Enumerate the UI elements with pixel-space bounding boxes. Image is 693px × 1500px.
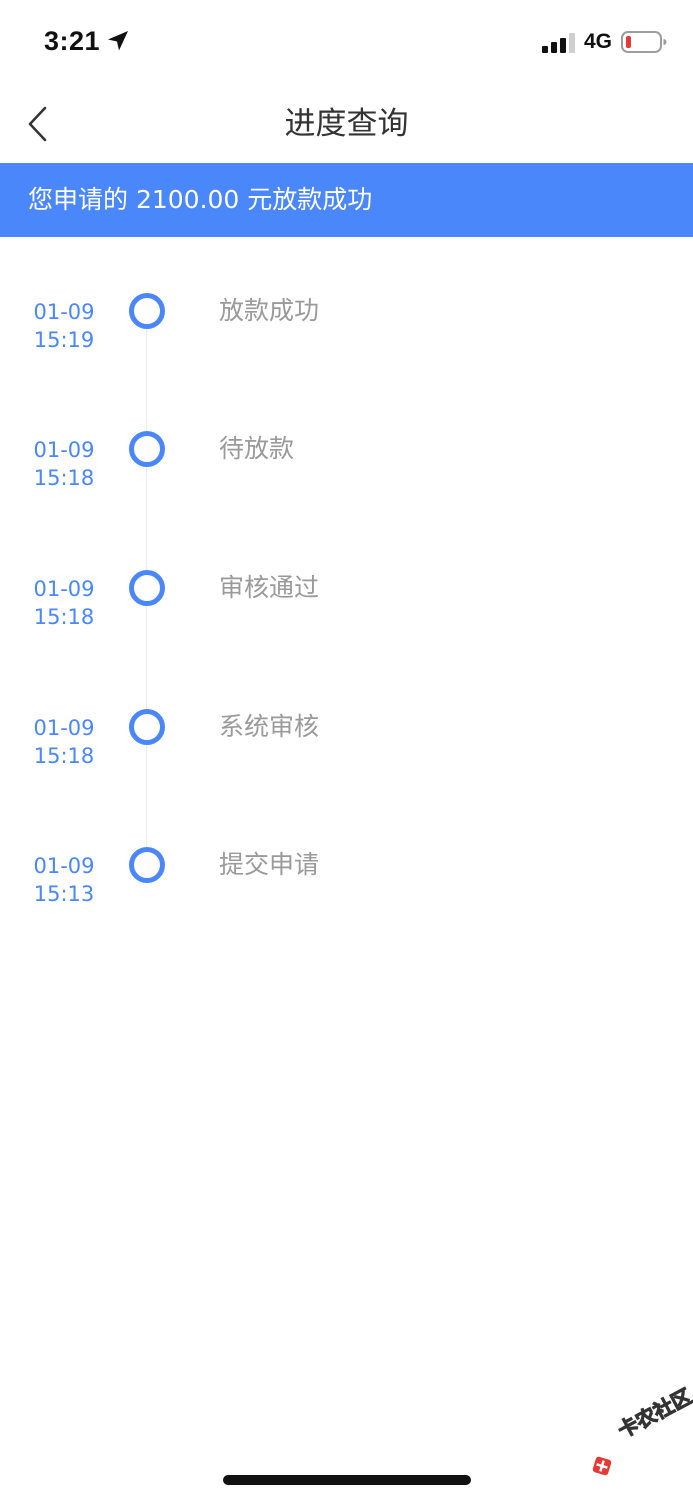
item-date: 01-09 bbox=[33, 438, 95, 462]
back-button[interactable] bbox=[14, 100, 62, 148]
item-date: 01-09 bbox=[33, 854, 95, 878]
timeline-node-icon bbox=[129, 709, 165, 745]
timeline-item: 01-09 15:18 系统审核 bbox=[0, 709, 693, 826]
cellular-signal-icon bbox=[542, 33, 575, 53]
item-date: 01-09 bbox=[33, 577, 95, 601]
item-date: 01-09 bbox=[33, 716, 95, 740]
item-time: 15:18 bbox=[33, 605, 95, 629]
item-status: 审核通过 bbox=[219, 573, 320, 602]
progress-timeline: 01-09 15:19 放款成功 01-09 15:18 待放款 01-09 1… bbox=[0, 237, 693, 937]
item-time: 15:13 bbox=[33, 882, 95, 906]
battery-low-icon bbox=[621, 31, 667, 53]
item-timestamp: 01-09 15:18 bbox=[18, 436, 110, 492]
timeline-node-icon bbox=[129, 293, 165, 329]
item-status: 系统审核 bbox=[219, 712, 320, 741]
item-date: 01-09 bbox=[33, 300, 95, 324]
item-time: 15:18 bbox=[33, 744, 95, 768]
item-status: 提交申请 bbox=[219, 850, 320, 879]
timeline-item: 01-09 15:19 放款成功 bbox=[0, 293, 693, 410]
item-time: 15:19 bbox=[33, 328, 95, 352]
timeline-node-icon bbox=[129, 431, 165, 467]
timeline-item: 01-09 15:18 审核通过 bbox=[0, 570, 693, 687]
page-title: 进度查询 bbox=[284, 106, 409, 142]
timeline-item: 01-09 15:18 待放款 bbox=[0, 431, 693, 548]
timeline-node-icon bbox=[129, 570, 165, 606]
status-bar: 3:21 4G bbox=[0, 0, 693, 86]
nav-bar: 进度查询 bbox=[0, 86, 693, 162]
item-timestamp: 01-09 15:18 bbox=[18, 714, 110, 770]
item-status: 待放款 bbox=[219, 434, 295, 463]
item-status: 放款成功 bbox=[219, 296, 320, 325]
timeline-item: 01-09 15:13 提交申请 bbox=[0, 847, 693, 964]
item-timestamp: 01-09 15:18 bbox=[18, 575, 110, 631]
network-type: 4G bbox=[584, 30, 613, 53]
home-indicator[interactable] bbox=[223, 1475, 471, 1485]
timeline-node-icon bbox=[129, 847, 165, 883]
banner-text: 您申请的 2100.00 元放款成功 bbox=[28, 185, 373, 214]
chevron-left-icon bbox=[28, 106, 47, 142]
status-banner: 您申请的 2100.00 元放款成功 bbox=[0, 163, 693, 237]
item-time: 15:18 bbox=[33, 466, 95, 490]
item-timestamp: 01-09 15:13 bbox=[18, 852, 110, 908]
status-time: 3:21 bbox=[44, 26, 101, 56]
location-arrow-icon bbox=[108, 31, 128, 51]
item-timestamp: 01-09 15:19 bbox=[18, 298, 110, 354]
